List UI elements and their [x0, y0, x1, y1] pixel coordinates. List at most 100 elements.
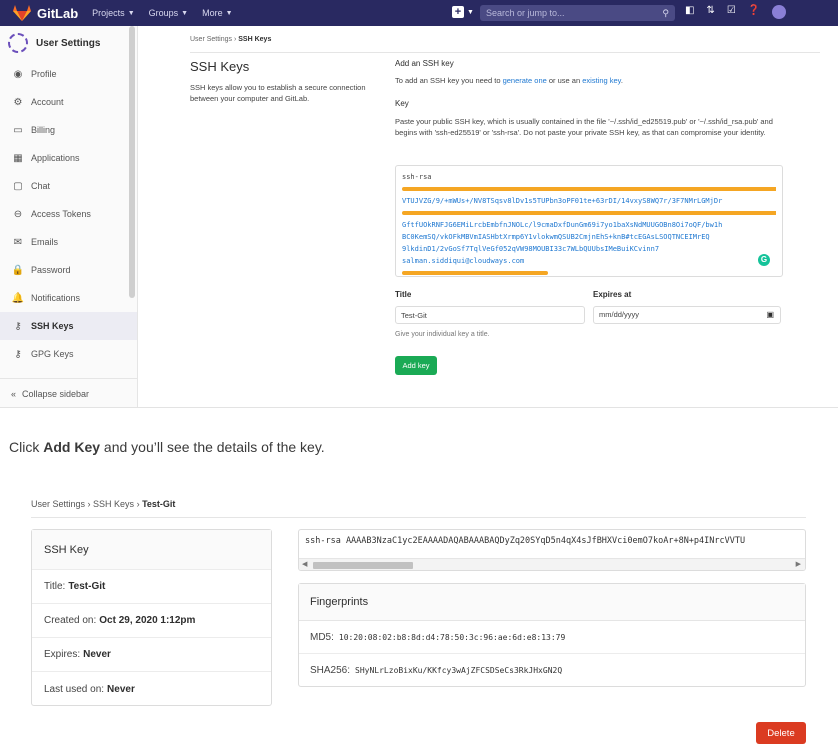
token-icon: ⊖: [13, 208, 23, 220]
expires-row-label: Expires:: [44, 649, 81, 660]
created-row-label: Created on:: [44, 615, 97, 626]
grammarly-icon[interactable]: G: [758, 254, 770, 266]
bell-icon: 🔔: [11, 292, 25, 304]
settings-sidebar: User Settings ◉ Profile ⚙ Account ▭ Billing…: [0, 26, 138, 407]
key-line: salman.siddiqui@cloudways.com: [402, 257, 525, 265]
key-label: Key: [395, 99, 409, 108]
gitlab-tanuki-icon: [13, 5, 31, 21]
double-chevron-left-icon: «: [11, 388, 17, 399]
scroll-right-icon[interactable]: ▶: [796, 560, 801, 568]
key-textarea[interactable]: ssh-rsa VTUJVZG/9/+mWUs+/NV8TSqsv8lDv1s5…: [395, 165, 783, 277]
nav-more-label: More: [202, 8, 223, 18]
divider: [190, 52, 820, 53]
search-input[interactable]: Search or jump to... ⚲: [480, 5, 675, 21]
sidebar-item-access-tokens[interactable]: ⊖ Access Tokens: [0, 200, 137, 228]
breadcrumb-root[interactable]: User Settings: [31, 499, 85, 509]
title-hint: Give your individual key a title.: [395, 331, 490, 338]
add-text-mid: or use an: [546, 76, 583, 85]
caption-post: and you’ll see the details of the key.: [100, 439, 325, 455]
sidebar-scrollbar[interactable]: [129, 26, 135, 298]
search-placeholder: Search or jump to...: [486, 8, 565, 18]
sidebar-header[interactable]: User Settings: [0, 26, 137, 60]
fingerprints-title: Fingerprints: [299, 584, 805, 621]
sidebar-item-password[interactable]: 🔒 Password: [0, 256, 137, 284]
expires-at-input[interactable]: mm/dd/yyyy ▣: [593, 306, 781, 324]
last-used-row-value: Never: [107, 683, 135, 695]
profile-icon: ◉: [13, 68, 23, 80]
search-icon: ⚲: [662, 8, 669, 18]
caption-pre: Click: [9, 439, 44, 455]
billing-icon: ▭: [13, 124, 23, 136]
title-row: Title: Test-Git: [32, 570, 271, 604]
sidebar-item-label: Chat: [31, 181, 51, 191]
breadcrumb: User Settings › SSH Keys: [190, 36, 271, 43]
md5-label: MD5:: [310, 631, 334, 643]
add-text-post: .: [620, 76, 623, 85]
user-avatar[interactable]: [772, 5, 787, 19]
expires-row-value: Never: [83, 649, 111, 660]
key-help-text: Paste your public SSH key, which is usua…: [395, 117, 773, 137]
sidebar-item-notifications[interactable]: 🔔 Notifications: [0, 284, 137, 312]
breadcrumb-current[interactable]: SSH Keys: [238, 36, 271, 43]
calendar-icon[interactable]: ▣: [766, 307, 774, 323]
sidebar-item-account[interactable]: ⚙ Account: [0, 88, 137, 116]
breadcrumb-mid[interactable]: SSH Keys: [93, 499, 134, 509]
instruction-caption: Click Add Key and you’ll see the details…: [9, 439, 325, 455]
page-description: SSH keys allow you to establish a secure…: [190, 83, 366, 103]
sidebar-item-label: Emails: [31, 237, 59, 247]
sidebar-item-label: Notifications: [31, 293, 81, 303]
new-dropdown-button[interactable]: + ▼: [452, 6, 474, 18]
sidebar-item-profile[interactable]: ◉ Profile: [0, 60, 137, 88]
sidebar-item-ssh-keys[interactable]: ⚷ SSH Keys: [0, 312, 137, 340]
chevron-down-icon: ▼: [181, 9, 189, 17]
title-label: Title: [395, 290, 412, 299]
gitlab-logo[interactable]: GitLab: [12, 4, 78, 22]
key-line: 9lkdinD1/2vGoSf7TqlVeGf052qVW98MOUBI33c7…: [402, 245, 660, 253]
public-key-text[interactable]: ssh-rsa AAAAB3NzaC1yc2EAAAADAQABAAABAQDy…: [305, 536, 745, 546]
horizontal-scrollbar[interactable]: ◀ ▶: [299, 558, 805, 570]
add-key-button[interactable]: Add key: [395, 356, 437, 375]
nav-groups-label: Groups: [148, 8, 179, 18]
sidebar-item-chat[interactable]: ▢ Chat: [0, 172, 137, 200]
key-icon: ⚷: [14, 320, 22, 332]
sidebar-item-label: Applications: [31, 153, 80, 163]
existing-key-link[interactable]: existing key: [582, 76, 621, 85]
sidebar-item-applications[interactable]: ▦ Applications: [0, 144, 137, 172]
nav-more[interactable]: More ▼: [202, 8, 232, 18]
nav-projects[interactable]: Projects ▼: [92, 8, 134, 18]
collapse-sidebar-button[interactable]: « Collapse sidebar: [0, 378, 138, 407]
ssh-settings-screenshot: GitLab Projects ▼ Groups ▼ More ▼ + ▼ Search…: [0, 0, 838, 408]
breadcrumb-current[interactable]: Test-Git: [142, 499, 175, 509]
help-icon[interactable]: ❓: [748, 5, 760, 19]
add-ssh-key-title: Add an SSH key: [395, 59, 454, 68]
breadcrumb-root[interactable]: User Settings: [190, 36, 232, 43]
key-detail-breadcrumb: User Settings › SSH Keys › Test-Git: [31, 499, 175, 509]
scroll-left-icon[interactable]: ◀: [302, 560, 307, 568]
title-row-label: Title:: [44, 581, 66, 592]
title-input[interactable]: [395, 306, 585, 324]
sidebar-item-gpg-keys[interactable]: ⚷ GPG Keys: [0, 340, 137, 368]
redaction-highlight: [402, 187, 776, 191]
sidebar-item-emails[interactable]: ✉ Emails: [0, 228, 137, 256]
issues-icon[interactable]: ◧: [685, 5, 694, 19]
nav-groups[interactable]: Groups ▼: [149, 8, 188, 18]
scrollbar-thumb[interactable]: [313, 562, 413, 569]
caption-bold: Add Key: [43, 439, 101, 455]
key-icon: ⚷: [14, 348, 22, 360]
merge-request-icon[interactable]: ⇅: [706, 5, 714, 19]
collapse-sidebar-label: Collapse sidebar: [22, 388, 90, 399]
delete-button[interactable]: Delete: [756, 722, 806, 744]
redaction-highlight: [402, 271, 548, 275]
chevron-down-icon: ▼: [127, 9, 135, 17]
sidebar-item-billing[interactable]: ▭ Billing: [0, 116, 137, 144]
add-text-pre: To add an SSH key you need to: [395, 76, 503, 85]
key-line: GftfUOkRNFJG6EMiLrcbEmbfnJNOLc/l9cmaDxfD…: [402, 221, 723, 229]
todo-icon[interactable]: ☑: [727, 5, 736, 19]
created-row-value: Oct 29, 2020 1:12pm: [99, 615, 196, 626]
generate-one-link[interactable]: generate one: [503, 76, 547, 85]
key-line: VTUJVZG/9/+mWUs+/NV8TSqsv8lDv1s5TUPbn3oP…: [402, 197, 723, 205]
fingerprints-card: Fingerprints MD5: 10:20:08:02:b8:8d:d4:78…: [298, 583, 806, 687]
ssh-key-info-card: SSH Key Title: Test-Git Created on: Oct 29…: [31, 529, 272, 706]
key-line: ssh-rsa: [402, 173, 432, 181]
brand-name: GitLab: [37, 5, 79, 21]
